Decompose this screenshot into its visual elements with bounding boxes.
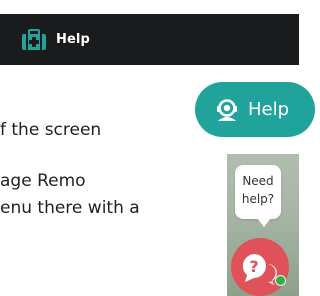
top-bar: Help [0, 14, 299, 65]
need-help-bubble[interactable]: Need help? [235, 165, 281, 227]
body-text-line: enu there with a [0, 198, 140, 218]
medical-kit-icon [21, 28, 47, 51]
chat-question-icon: ? [242, 254, 277, 285]
chat-launcher-button[interactable]: ? [231, 238, 289, 296]
svg-text:?: ? [249, 257, 258, 276]
body-text-line: f the screen [0, 120, 102, 140]
help-menu-label[interactable]: Help [56, 32, 90, 47]
bubble-text: help? [241, 192, 275, 206]
headset-icon [214, 97, 240, 123]
help-button[interactable]: Help [195, 82, 315, 137]
help-button-label: Help [248, 99, 290, 120]
body-text-line: age Remo [0, 171, 86, 191]
chat-widget: Need help? ? [227, 154, 299, 296]
bubble-text: Need [242, 174, 274, 188]
online-status-indicator [275, 275, 286, 286]
